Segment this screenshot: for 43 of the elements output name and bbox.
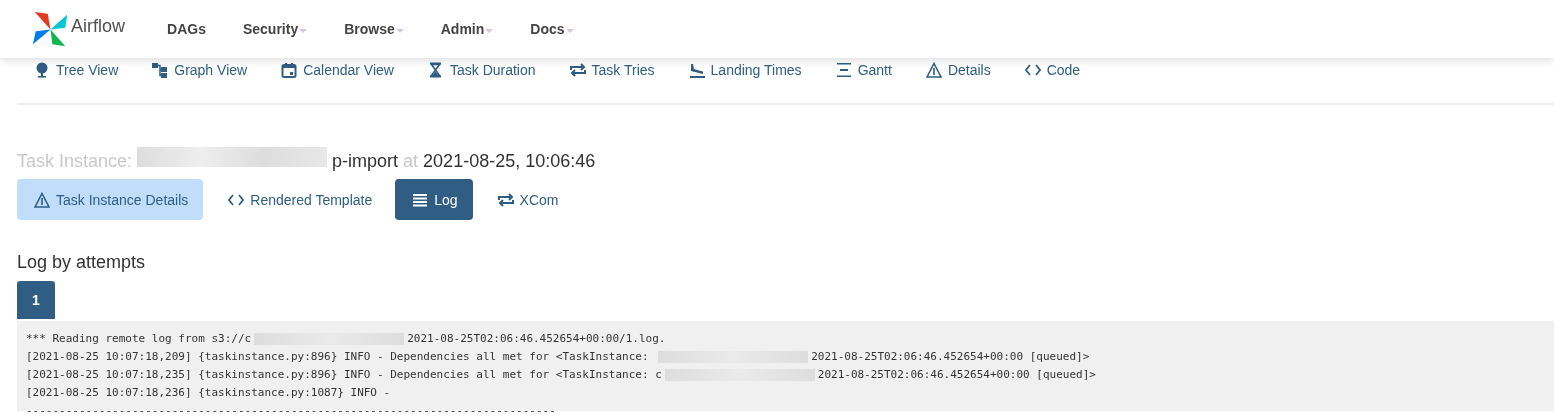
view-link[interactable]: Task Duration [427,61,536,78]
attempt-tab[interactable]: 1 [17,281,55,319]
view-link[interactable]: Graph View [152,61,248,78]
graph-icon [152,61,169,78]
nav-menu-item[interactable]: Security [242,21,308,37]
section-heading: Log by attempts [17,252,147,273]
view-link[interactable]: Gantt [835,61,892,78]
log-text: 2021-08-25T02:06:46.452654+00:00/1.log. [407,331,666,347]
arrows-icon [497,191,514,208]
execution-date: 2021-08-25, 10:06:46 [423,151,596,172]
tree-icon [34,61,50,78]
log-text: [2021-08-25 10:07:18,209] {taskinstance.py:896} INFO - Dependencies all met for <TaskInstance: [26,349,650,365]
view-link[interactable]: Code [1024,61,1081,78]
log-text: *** Reading remote log from s3://c [26,331,252,347]
nav-menu-item[interactable]: Admin [440,21,494,37]
list-icon [412,191,429,208]
brand-name[interactable]: Airflow [71,15,125,37]
task-name: p-import [332,151,399,172]
log-text: [2021-08-25 10:07:18,236] {taskinstance.py:1087} INFO - [26,385,391,401]
gantt-icon [835,61,852,78]
view-link[interactable]: Calendar View [281,61,394,78]
log-text: 2021-08-25T02:06:46.452654+00:00 [queued]> [817,367,1096,383]
calendar-icon [281,61,298,78]
nav-menu-item[interactable]: Docs [530,21,574,37]
pinwheel-logo-icon [32,10,69,48]
task-tab[interactable]: Rendered Template [211,179,388,220]
view-link[interactable]: Tree View [34,61,119,78]
log-text: 2021-08-25T02:06:46.452654+00:00 [queued]> [811,349,1090,365]
arrows-icon [569,61,586,78]
view-link[interactable]: Landing Times [688,61,802,78]
log-text: -------------------------------------------------------------------------------- [26,403,556,417]
warning-icon [925,61,942,78]
task-tab[interactable]: Log [395,179,473,220]
nav-menu-item[interactable]: DAGs [167,21,206,37]
view-link[interactable]: Task Tries [569,61,655,78]
view-link[interactable]: Details [925,61,991,78]
plane-landing-icon [688,61,705,78]
nav-menu-item[interactable]: Browse [344,21,404,37]
task-tab[interactable]: XCom [480,179,574,220]
log-text: [2021-08-25 10:07:18,235] {taskinstance.py:896} INFO - Dependencies all met for <TaskInstance: c [26,367,662,383]
warning-icon [34,191,50,208]
task-tab[interactable]: Task Instance Details [17,179,204,220]
hourglass-icon [427,61,444,78]
